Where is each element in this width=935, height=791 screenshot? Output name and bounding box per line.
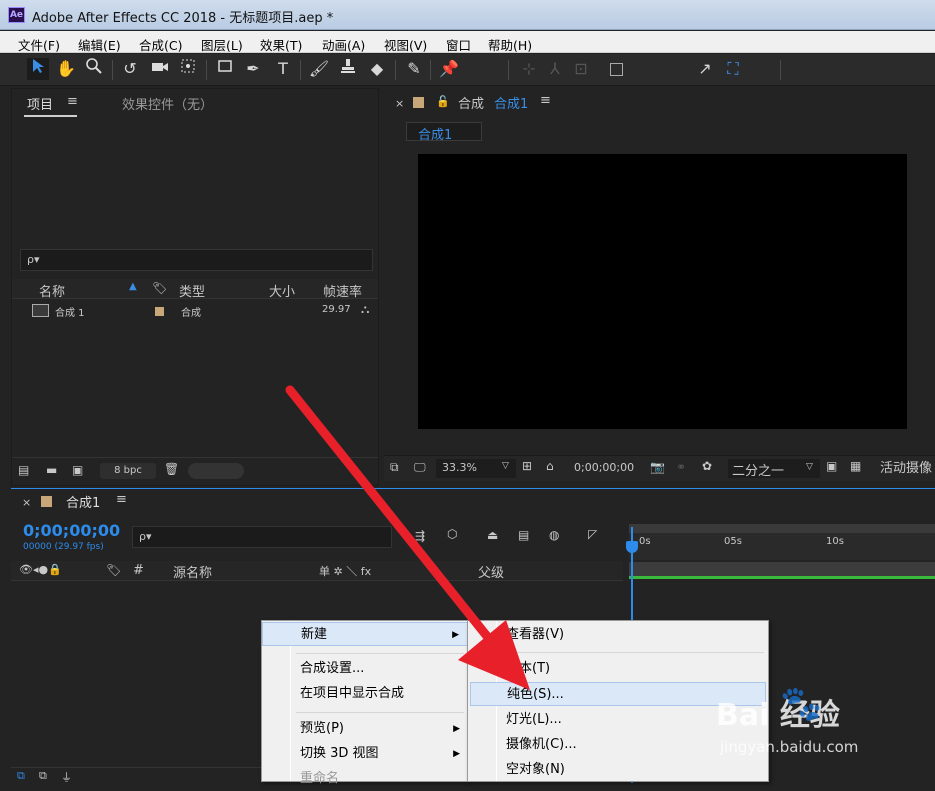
annotation-arrow-icon — [285, 385, 530, 690]
watermark-url: jingyan.baidu.com — [720, 738, 859, 756]
baidu-paw-icon: 🐾 — [780, 684, 823, 724]
baidu-watermark: Bai 经验 🐾 jingyan.baidu.com — [716, 684, 926, 764]
